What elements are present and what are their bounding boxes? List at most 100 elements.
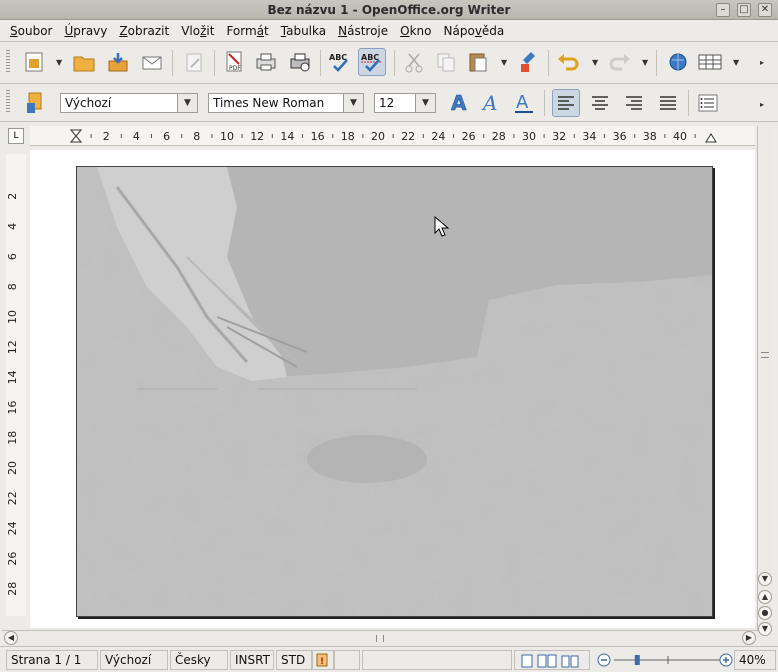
menu-format[interactable]: Formát [220,24,274,38]
ruler-tick-label: 14 [280,130,294,143]
paste-icon[interactable] [464,48,492,76]
ruler-tick-label: 26 [462,130,476,143]
vertical-scrollbar[interactable]: ▼ ▲ ● ▼ [757,126,773,642]
maximize-button[interactable]: □ [737,3,751,17]
lunar-surface-image[interactable] [76,166,713,617]
copy-icon[interactable] [432,48,460,76]
chevron-down-icon[interactable]: ▼ [343,94,363,112]
menu-napoveda[interactable]: Nápověda [438,24,511,38]
menu-upravy[interactable]: Úpravy [58,24,113,38]
page-indicator[interactable]: Strana 1 / 1 [6,650,98,670]
chevron-down-icon[interactable]: ▼ [415,94,435,112]
indent-marker-icon[interactable] [69,129,83,143]
font-name-combo[interactable]: Times New Roman ▼ [208,93,364,113]
right-indent-marker-icon[interactable] [705,133,717,143]
menu-zobrazit[interactable]: Zobrazit [113,24,175,38]
ruler-tick-label: 20 [6,461,19,475]
next-page-icon[interactable]: ▼ [758,622,772,636]
align-center-icon[interactable] [586,89,614,117]
scroll-thumb-grip[interactable] [376,635,384,642]
paragraph-style-combo[interactable]: Výchozí ▼ [60,93,198,113]
paste-dropdown-icon[interactable]: ▼ [501,58,509,67]
styles-formatting-icon[interactable] [20,89,48,117]
ruler-tick-label: 38 [643,130,657,143]
menu-bar: Soubor Úpravy Zobrazit Vložit Formát Tab… [0,20,778,42]
digital-signature-field[interactable] [334,650,360,670]
ruler-tick-label: 10 [220,130,234,143]
redo-dropdown-icon[interactable]: ▼ [642,58,650,67]
ruler-tick-label: 22 [6,491,19,505]
standard-toolbar: ▼ PDF ABC ABC ▼ ▼ ▼ ▼ ▸ [0,42,778,84]
toolbar-overflow-icon[interactable]: ▸ [760,58,768,67]
ruler-tick-label: 4 [6,223,19,230]
new-dropdown-icon[interactable]: ▼ [56,58,64,67]
document-modified-icon[interactable]: ! [312,650,334,670]
horizontal-scrollbar[interactable]: ◀ ▶ [2,630,758,646]
toolbar-overflow-icon[interactable]: ▸ [760,100,768,109]
redo-icon[interactable] [606,48,634,76]
cut-icon[interactable] [400,48,428,76]
table-icon[interactable] [696,48,724,76]
previous-page-icon[interactable]: ▲ [758,590,772,604]
insert-mode-indicator[interactable]: INSRT [230,650,274,670]
clone-format-icon[interactable] [514,48,542,76]
print-preview-icon[interactable] [286,48,314,76]
single-page-view-icon[interactable] [521,654,533,668]
undo-icon[interactable] [554,48,582,76]
email-icon[interactable] [138,48,166,76]
tab-stop-selector[interactable]: L [8,128,24,144]
menu-soubor[interactable]: Soubor [4,24,58,38]
document-canvas[interactable] [30,150,755,628]
ruler-tick-label: 6 [163,130,170,143]
print-icon[interactable] [252,48,280,76]
ruler-tick-label: 14 [6,370,19,384]
spellcheck-icon[interactable]: ABC [326,48,354,76]
navigation-icon[interactable]: ● [758,606,772,620]
vertical-ruler[interactable]: 2 4 6 8 10 12 14 16 18 20 22 24 26 28 [6,154,26,616]
zoom-slider[interactable] [592,650,734,670]
book-view-icon[interactable] [561,654,579,668]
align-left-icon[interactable] [552,89,580,117]
scroll-thumb-grip[interactable] [761,352,769,358]
ruler-tick-label: 40 [673,130,687,143]
ruler-tick-label: 8 [6,283,19,290]
undo-dropdown-icon[interactable]: ▼ [592,58,600,67]
svg-text:A: A [451,91,467,115]
menu-tabulka[interactable]: Tabulka [275,24,332,38]
ruler-tick-label: 2 [103,130,110,143]
open-folder-icon[interactable] [70,48,98,76]
justify-icon[interactable] [654,89,682,117]
table-dropdown-icon[interactable]: ▼ [733,58,741,67]
italic-icon[interactable]: A [478,89,506,117]
chevron-down-icon[interactable]: ▼ [177,94,197,112]
menu-nastroje[interactable]: Nástroje [332,24,394,38]
menu-vlozit[interactable]: Vložit [175,24,220,38]
horizontal-ruler[interactable]: 2 4 6 8 10 12 14 16 18 20 22 24 26 28 30 32 34 36 38 40 [30,126,755,146]
underline-icon[interactable]: A [510,89,538,117]
align-right-icon[interactable] [620,89,648,117]
language-indicator[interactable]: Česky [170,650,228,670]
selection-mode-indicator[interactable]: STD [276,650,312,670]
scroll-right-icon[interactable]: ▶ [742,631,756,645]
font-size-combo[interactable]: 12 ▼ [374,93,436,113]
scroll-down-icon[interactable]: ▼ [758,572,772,586]
bold-icon[interactable]: A [446,89,474,117]
toolbar-grip[interactable] [6,50,10,74]
minimize-button[interactable]: – [716,3,730,17]
bullet-list-icon[interactable] [694,89,722,117]
svg-text:PDF: PDF [229,65,241,72]
page-style-indicator[interactable]: Výchozí [100,650,168,670]
zoom-level[interactable]: 40% [734,650,776,670]
toolbar-grip[interactable] [6,90,10,114]
autospellcheck-icon[interactable]: ABC [358,48,386,76]
export-pdf-icon[interactable]: PDF [220,48,248,76]
navigator-icon[interactable] [664,48,692,76]
multi-page-view-icon[interactable] [537,654,557,668]
save-icon[interactable] [104,48,132,76]
close-button[interactable]: ✕ [758,3,772,17]
styles-icon[interactable] [20,48,48,76]
scroll-left-icon[interactable]: ◀ [4,631,18,645]
menu-okno[interactable]: Okno [394,24,437,38]
document-area: L 2 4 6 8 10 12 14 16 18 20 22 24 26 28 30 32 34 36 38 40 2… [0,122,778,646]
edit-file-icon[interactable] [180,48,208,76]
